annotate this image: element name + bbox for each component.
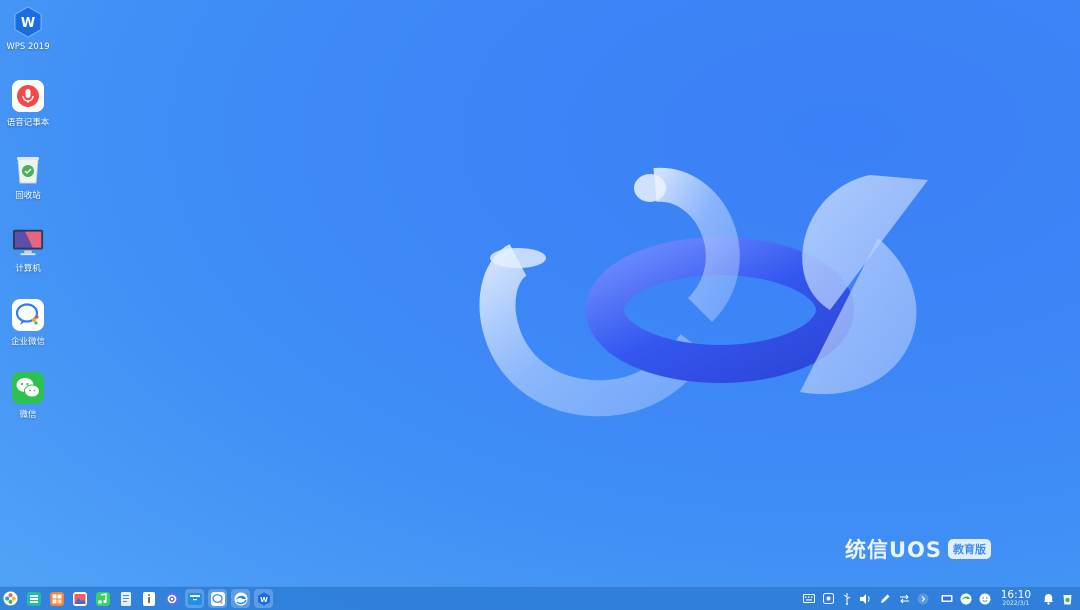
system-tray: 16:10 2022/3/1 xyxy=(800,587,1080,610)
document-viewer-icon xyxy=(120,591,131,606)
wechat-icon xyxy=(12,372,44,404)
text-editor-icon xyxy=(142,591,155,606)
notification-button[interactable] xyxy=(1042,592,1055,605)
network-button[interactable] xyxy=(898,592,911,605)
expand-tray-button[interactable] xyxy=(917,592,930,605)
browser-icon xyxy=(234,592,247,605)
dock: W xyxy=(0,589,273,608)
app-store-button[interactable] xyxy=(47,589,66,608)
keyboard-button[interactable] xyxy=(803,592,816,605)
desktop-icon-label: 企业微信 xyxy=(10,337,45,347)
file-manager-button[interactable] xyxy=(185,589,204,608)
settings-button[interactable] xyxy=(162,589,181,608)
desktop-icon-wps[interactable]: W WPS 2019 xyxy=(2,6,54,52)
assistant-icon xyxy=(979,593,991,604)
notification-bell-icon xyxy=(1044,593,1053,605)
launcher-icon xyxy=(3,591,18,606)
wps-dock-button[interactable]: W xyxy=(254,589,273,608)
expand-tray-icon xyxy=(917,593,929,604)
clock-date: 2022/3/1 xyxy=(1002,600,1030,608)
desktop-icon-label: WPS 2019 xyxy=(6,42,50,52)
usb-icon xyxy=(843,592,851,605)
pen-icon xyxy=(881,594,890,603)
wecom-icon xyxy=(12,299,44,331)
multitasking-view-icon xyxy=(26,591,41,606)
file-manager-icon xyxy=(187,592,202,605)
trash-tray-icon xyxy=(1063,594,1072,604)
settings-icon xyxy=(165,592,178,605)
browser-tray-icon xyxy=(960,593,972,604)
svg-text:W: W xyxy=(260,596,268,604)
launcher-button[interactable] xyxy=(1,589,20,608)
image-viewer-icon xyxy=(72,591,87,606)
wecom-icon xyxy=(210,591,225,606)
desktop-icon-label: 回收站 xyxy=(15,191,41,201)
image-viewer-button[interactable] xyxy=(70,589,89,608)
volume-icon xyxy=(860,593,870,604)
display-button[interactable] xyxy=(941,592,954,605)
screenshot-icon xyxy=(822,593,834,604)
desktop-icon-wecom[interactable]: 企业微信 xyxy=(2,299,54,347)
desktop-icon-recycle-bin[interactable]: 回收站 xyxy=(2,153,54,201)
desktop-icon-label: 计算机 xyxy=(15,264,41,274)
wps-office-icon: W xyxy=(257,592,270,605)
clock-time: 16:10 xyxy=(1000,588,1031,601)
desktop-icon-computer[interactable]: 计算机 xyxy=(2,226,54,274)
recycle-bin-icon xyxy=(12,153,44,185)
desktop-icon-voice-notepad[interactable]: 语音记事本 xyxy=(2,80,54,128)
pen-button[interactable] xyxy=(879,592,892,605)
volume-button[interactable] xyxy=(860,592,873,605)
multitasking-view-button[interactable] xyxy=(24,589,43,608)
trash-tray-button[interactable] xyxy=(1061,592,1074,605)
wallpaper-artwork xyxy=(479,167,928,417)
wps-office-icon: W xyxy=(12,6,44,38)
document-viewer-button[interactable] xyxy=(116,589,135,608)
voice-notepad-icon xyxy=(12,80,44,112)
wecom-dock-button[interactable] xyxy=(208,589,227,608)
os-brand-watermark: 统信UOS 教育版 xyxy=(845,534,992,564)
computer-icon xyxy=(12,226,44,258)
desktop-icon-wechat[interactable]: 微信 xyxy=(2,372,54,420)
taskbar: W 16:10 2022/3/1 xyxy=(0,586,1080,610)
desktop-icon-label: 微信 xyxy=(19,410,37,420)
clock[interactable]: 16:10 2022/3/1 xyxy=(1001,590,1031,608)
app-store-icon xyxy=(49,591,64,606)
keyboard-icon xyxy=(803,594,816,603)
display-icon xyxy=(941,594,953,602)
brand-edition-badge: 教育版 xyxy=(948,539,992,559)
assistant-button[interactable] xyxy=(979,592,992,605)
desktop-icon-label: 语音记事本 xyxy=(6,118,50,128)
music-icon xyxy=(95,591,110,606)
usb-button[interactable] xyxy=(841,592,854,605)
network-icon xyxy=(899,594,909,603)
browser-tray-button[interactable] xyxy=(960,592,973,605)
browser-button[interactable] xyxy=(231,589,250,608)
music-button[interactable] xyxy=(93,589,112,608)
text-editor-button[interactable] xyxy=(139,589,158,608)
svg-text:W: W xyxy=(21,16,35,31)
brand-name: 统信UOS xyxy=(845,538,943,562)
screenshot-button[interactable] xyxy=(822,592,835,605)
